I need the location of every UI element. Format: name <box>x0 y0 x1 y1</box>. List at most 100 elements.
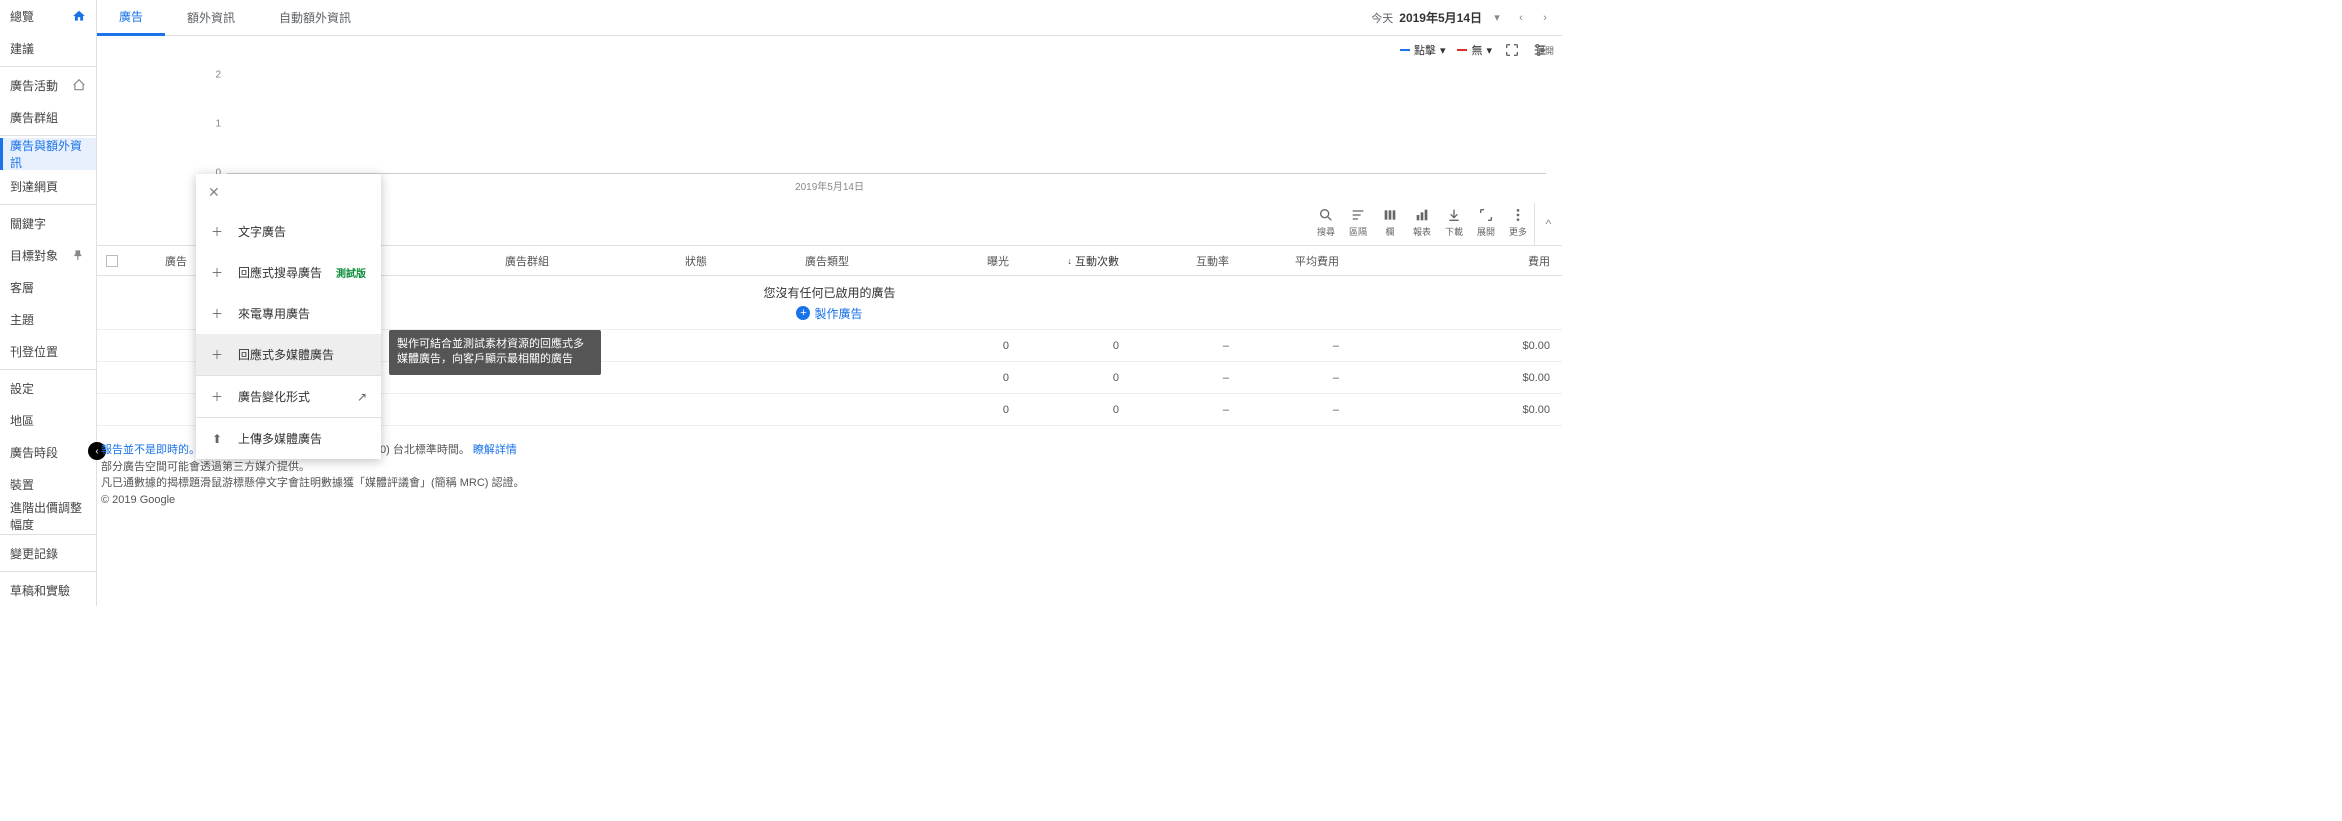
expand-label: 展開 <box>1536 44 1554 57</box>
th-clicks[interactable]: ↓互動次數 <box>1017 246 1127 275</box>
empty-message: 您沒有任何已啟用的廣告 <box>763 284 895 301</box>
report-icon <box>1414 207 1430 223</box>
sidebar-item-drafts[interactable]: 草稿和實驗 <box>0 574 96 606</box>
sort-down-icon: ↓ <box>1068 256 1073 266</box>
sidebar-label: 廣告與額外資訊 <box>10 137 86 171</box>
footer-link-learn[interactable]: 瞭解詳情 <box>473 444 517 456</box>
menu-item-upload[interactable]: ⬆上傳多媒體廣告 <box>196 418 381 459</box>
fullscreen-icon[interactable] <box>1504 42 1520 58</box>
menu-item-text-ad[interactable]: ＋文字廣告 <box>196 211 381 252</box>
tab-extensions[interactable]: 額外資訊 <box>165 0 257 36</box>
date-dropdown-icon[interactable]: ▾ <box>1488 9 1506 27</box>
tool-report[interactable]: 報表 <box>1406 203 1438 238</box>
sidebar-item-topics[interactable]: 主題 <box>0 303 96 335</box>
legend-clicks[interactable]: 點擊▾ <box>1400 42 1446 58</box>
tool-label: 報表 <box>1413 225 1431 238</box>
panel-expand-button[interactable]: ^ <box>1534 203 1562 245</box>
tab-ads[interactable]: 廣告 <box>97 0 165 36</box>
open-external-icon: ↗ <box>357 390 367 404</box>
cell-imp: 0 <box>917 394 1017 425</box>
cell-imp: 0 <box>917 362 1017 393</box>
th-checkbox[interactable] <box>97 246 127 275</box>
menu-item-call-ad[interactable]: ＋ 來電專用廣告 <box>196 293 381 334</box>
y-tick: 2 <box>215 69 221 80</box>
sidebar-item-recommend[interactable]: 建議 <box>0 32 96 64</box>
menu-label: 上傳多媒體廣告 <box>238 430 322 447</box>
menu-item-variations[interactable]: ＋廣告變化形式↗ <box>196 376 381 417</box>
sidebar-item-keywords[interactable]: 關鍵字 <box>0 207 96 239</box>
th-impressions[interactable]: 曝光 <box>917 246 1017 275</box>
download-icon <box>1446 207 1462 223</box>
date-picker[interactable]: 今天 2019年5月14日 ▾ ‹ › <box>1371 9 1562 27</box>
tool-label: 下載 <box>1445 225 1463 238</box>
sidebar-item-overview[interactable]: 總覽 <box>0 0 96 32</box>
sidebar-item-locations[interactable]: 地區 <box>0 404 96 436</box>
th-label: 平均費用 <box>1295 253 1339 269</box>
cell-avg: – <box>1237 362 1347 393</box>
swatch-icon <box>1457 49 1467 51</box>
sidebar-item-landing[interactable]: 到達網頁 <box>0 170 96 202</box>
tool-segment[interactable]: 區隔 <box>1342 203 1374 238</box>
th-label: 曝光 <box>987 253 1009 269</box>
th-cost[interactable]: 費用 <box>1347 246 1562 275</box>
chart-area: 2 1 0 <box>227 64 1546 174</box>
y-tick: 1 <box>215 118 221 129</box>
tool-label: 更多 <box>1509 225 1527 238</box>
sidebar-item-ads-ext[interactable]: 廣告與額外資訊 <box>0 138 96 170</box>
th-avg-cost[interactable]: 平均費用 <box>1237 246 1347 275</box>
tool-more[interactable]: 更多 <box>1502 203 1534 238</box>
date-range-label: 今天 <box>1371 10 1393 26</box>
legend-none[interactable]: 無▾ <box>1457 42 1492 58</box>
tab-auto-ext[interactable]: 自動額外資訊 <box>257 0 373 36</box>
beta-badge: 測試版 <box>336 265 366 280</box>
chevron-down-icon: ▾ <box>1486 44 1492 57</box>
sidebar-item-audiences[interactable]: 目標對象 <box>0 239 96 271</box>
cell-clicks: 0 <box>1017 330 1127 361</box>
tool-columns[interactable]: 欄 <box>1374 203 1406 238</box>
create-ad-link[interactable]: + 製作廣告 <box>796 305 862 322</box>
footer-link-realtime[interactable]: 報告並不是即時的。 <box>101 444 200 456</box>
sidebar-item-adgroups[interactable]: 廣告群組 <box>0 101 96 133</box>
chart-legend-bar: 點擊▾ 無▾ <box>97 36 1562 64</box>
menu-item-rda[interactable]: ＋回應式多媒體廣告 <box>196 334 381 375</box>
segment-icon <box>1350 207 1366 223</box>
sidebar-item-devices[interactable]: 裝置 <box>0 468 96 500</box>
legend-label: 無 <box>1471 42 1482 58</box>
cell-avg: – <box>1237 330 1347 361</box>
cell-cost: $0.00 <box>1347 362 1562 393</box>
cell-rate: – <box>1127 362 1237 393</box>
th-group[interactable]: 廣告群組 <box>497 246 677 275</box>
sidebar-item-settings[interactable]: 設定 <box>0 372 96 404</box>
sidebar-item-changes[interactable]: 變更記錄 <box>0 537 96 569</box>
menu-label: 來電專用廣告 <box>238 305 310 322</box>
sidebar-item-bidadj[interactable]: 進階出價調整幅度 <box>0 500 96 532</box>
th-status[interactable]: 狀態 <box>677 246 797 275</box>
tool-download[interactable]: 下載 <box>1438 203 1470 238</box>
footer-text: 凡已通數據的揭標題滑鼠游標懸停文字會註明數據獲「媒體評議會」(簡稱 MRC) 認… <box>101 475 1558 492</box>
tab-label: 額外資訊 <box>187 9 235 26</box>
th-rate[interactable]: 互動率 <box>1127 246 1237 275</box>
search-icon <box>1318 207 1334 223</box>
plus-icon: ＋ <box>210 264 224 281</box>
sidebar-label: 廣告活動 <box>10 77 58 94</box>
sidebar-item-campaigns[interactable]: 廣告活動 <box>0 69 96 101</box>
date-prev-button[interactable]: ‹ <box>1512 9 1530 27</box>
th-label: 互動次數 <box>1075 253 1119 269</box>
date-next-button[interactable]: › <box>1536 9 1554 27</box>
sidebar-item-schedule[interactable]: 廣告時段 <box>0 436 96 468</box>
tool-search[interactable]: 搜尋 <box>1310 203 1342 238</box>
menu-item-rsa[interactable]: ＋回應式搜尋廣告測試版 <box>196 252 381 293</box>
ad-type-menu: ✕ ＋文字廣告 ＋回應式搜尋廣告測試版 ＋ 來電專用廣告 ＋回應式多媒體廣告 ＋廣… <box>196 174 381 459</box>
sidebar-item-placements[interactable]: 刊登位置 <box>0 335 96 367</box>
expand-icon <box>1478 207 1494 223</box>
th-label: 廣告類型 <box>805 253 849 269</box>
th-type[interactable]: 廣告類型 <box>797 246 917 275</box>
tool-expand[interactable]: 展開 <box>1470 203 1502 238</box>
cell-rate: – <box>1127 394 1237 425</box>
sidebar-item-demo[interactable]: 客層 <box>0 271 96 303</box>
plus-icon: ＋ <box>210 305 224 322</box>
tab-label: 廣告 <box>119 8 143 25</box>
pin-icon <box>72 248 86 262</box>
cell-imp: 0 <box>917 330 1017 361</box>
close-button[interactable]: ✕ <box>196 174 381 211</box>
